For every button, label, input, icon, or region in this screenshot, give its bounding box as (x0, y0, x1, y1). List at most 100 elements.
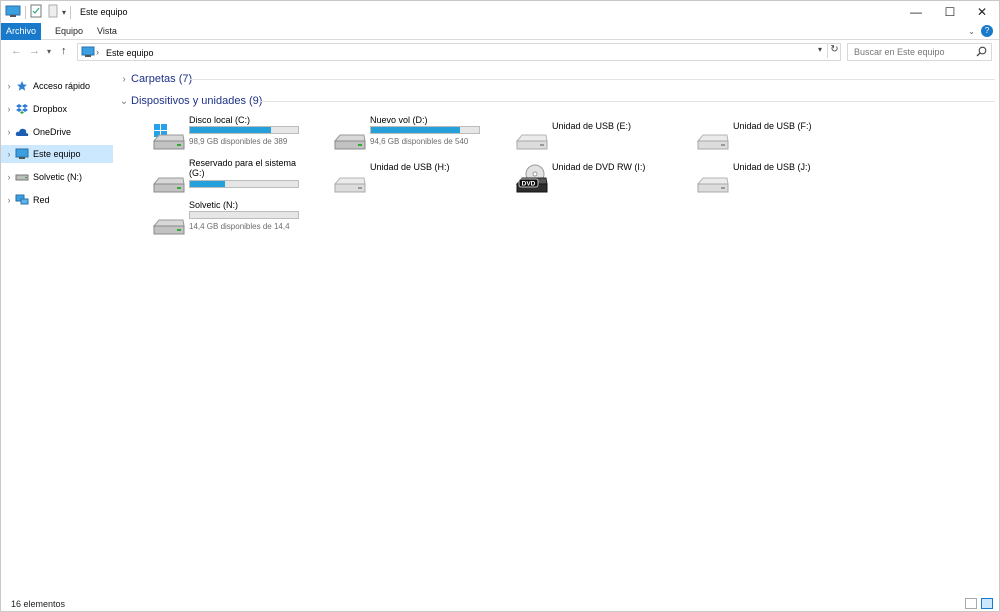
up-button[interactable]: ↑ (61, 45, 67, 57)
drive-usage-fill (190, 127, 271, 133)
group-header-devices[interactable]: ⌄ Dispositivos y unidades (9) (117, 93, 263, 109)
usb-drive-icon (696, 164, 729, 193)
hard-drive-icon (152, 206, 185, 235)
drive-name: Reservado para el sistema (G:) (189, 158, 297, 178)
recent-locations-dropdown[interactable]: ▾ (47, 47, 51, 56)
drive-name: Unidad de DVD RW (I:) (552, 162, 646, 172)
navigation-pane: › Acceso rápido › Dropbox › OneDrive › E… (1, 73, 115, 593)
close-button[interactable]: ✕ (965, 1, 999, 23)
drive-name: Unidad de USB (H:) (370, 162, 450, 172)
nav-item-label: Acceso rápido (33, 81, 91, 91)
drive-usage-bar (370, 126, 480, 134)
forward-button[interactable]: → (29, 45, 40, 57)
drive-g[interactable]: Reservado para el sistema (G:) (152, 158, 328, 198)
expand-arrow-icon[interactable]: › (3, 149, 15, 159)
drive-name: Unidad de USB (E:) (552, 121, 632, 131)
nav-item-este-equipo[interactable]: › Este equipo (1, 145, 113, 163)
address-row: ← → ▾ ↑ › Este equipo ▾ ↻ (1, 41, 999, 63)
minimize-icon: — (910, 5, 922, 19)
minimize-button[interactable]: — (899, 1, 933, 23)
expand-arrow-icon[interactable]: › (3, 172, 15, 182)
back-button[interactable]: ← (11, 45, 22, 57)
hard-drive-icon (152, 164, 185, 193)
title-bar: ▾ Este equipo — ☐ ✕ (1, 1, 999, 23)
tab-archivo[interactable]: Archivo (1, 23, 41, 40)
drive-h[interactable]: Unidad de USB (H:) (333, 158, 509, 198)
drive-e[interactable]: Unidad de USB (E:) (515, 115, 691, 155)
address-bar[interactable]: › Este equipo (77, 43, 841, 61)
group-label: Carpetas (7) (131, 73, 193, 85)
chevron-down-icon[interactable]: ⌄ (117, 96, 131, 107)
quick-access-toolbar: ▾ (5, 4, 75, 20)
nav-item-solvetic[interactable]: › Solvetic (N:) (1, 168, 113, 186)
maximize-button[interactable]: ☐ (933, 1, 967, 23)
drive-free-space: 98,9 GB disponibles de 389 (189, 137, 288, 146)
dvd-badge-text: DVD (522, 181, 536, 188)
star-icon (15, 80, 29, 92)
dropbox-icon (15, 103, 29, 115)
nav-item-dropbox[interactable]: › Dropbox (1, 100, 113, 118)
customize-toolbar-icon[interactable]: ▾ (62, 8, 66, 17)
nav-item-onedrive[interactable]: › OneDrive (1, 123, 113, 141)
expand-arrow-icon[interactable]: › (3, 195, 15, 205)
maximize-icon: ☐ (944, 5, 956, 19)
computer-icon (15, 148, 29, 160)
nav-item-label: Dropbox (33, 104, 68, 114)
group-label: Dispositivos y unidades (9) (131, 95, 263, 107)
explorer-window: ▾ Este equipo — ☐ ✕ Archivo Equipo Vista… (0, 0, 1000, 612)
nav-item-label: OneDrive (33, 127, 72, 137)
close-icon: ✕ (976, 5, 988, 19)
drive-name: Solvetic (N:) (189, 200, 239, 210)
properties-icon[interactable] (30, 4, 42, 20)
drive-usage-bar (189, 180, 299, 188)
details-view-button[interactable] (965, 598, 977, 609)
drive-j[interactable]: Unidad de USB (J:) (696, 158, 872, 198)
dvd-drive-icon: DVD (515, 164, 548, 193)
drive-free-space: 14,4 GB disponibles de 14,4 (189, 222, 290, 231)
status-bar: 16 elementos (1, 597, 999, 611)
address-history-dropdown[interactable]: ▾ (818, 45, 822, 54)
search-box (847, 43, 992, 61)
drive-name: Disco local (C:) (189, 115, 251, 125)
refresh-button[interactable]: ↻ (827, 44, 841, 58)
drive-usage-fill (371, 127, 460, 133)
item-count: 16 elementos (11, 599, 66, 609)
drive-icon (15, 171, 29, 183)
nav-item-acceso-rapido[interactable]: › Acceso rápido (1, 77, 113, 95)
computer-icon (81, 46, 95, 60)
hard-drive-icon (333, 121, 366, 150)
help-icon[interactable]: ? (981, 25, 993, 37)
breadcrumb-separator[interactable]: › (96, 47, 99, 57)
new-folder-icon[interactable] (48, 4, 58, 20)
drive-usage-bar (189, 211, 299, 219)
usb-drive-icon (515, 121, 548, 150)
nav-item-red[interactable]: › Red (1, 191, 113, 209)
usb-drive-icon (333, 164, 366, 193)
drive-free-space: 94,6 GB disponibles de 540 (370, 137, 469, 146)
search-icon[interactable] (976, 46, 987, 59)
large-icons-view-button[interactable] (981, 598, 993, 609)
window-title: Este equipo (80, 7, 128, 17)
drive-d[interactable]: Nuevo vol (D:) 94,6 GB disponibles de 54… (333, 115, 509, 155)
tab-equipo[interactable]: Equipo (49, 23, 89, 40)
chevron-right-icon[interactable]: › (117, 74, 131, 85)
expand-arrow-icon[interactable]: › (3, 81, 15, 91)
drive-name: Unidad de USB (F:) (733, 121, 812, 131)
expand-arrow-icon[interactable]: › (3, 127, 15, 137)
group-header-folders[interactable]: › Carpetas (7) (117, 71, 192, 87)
expand-arrow-icon[interactable]: › (3, 104, 15, 114)
breadcrumb-este-equipo[interactable]: Este equipo (106, 48, 154, 58)
drive-i[interactable]: DVD Unidad de DVD RW (I:) (515, 158, 691, 198)
drive-f[interactable]: Unidad de USB (F:) (696, 115, 872, 155)
drive-name: Nuevo vol (D:) (370, 115, 428, 125)
ribbon-tabs: Archivo Equipo Vista ⌄ ? (1, 23, 999, 40)
network-icon (15, 194, 29, 206)
drive-usage-fill (190, 181, 225, 187)
tab-vista[interactable]: Vista (91, 23, 123, 40)
expand-ribbon-icon[interactable]: ⌄ (968, 27, 975, 36)
drive-n[interactable]: Solvetic (N:) 14,4 GB disponibles de 14,… (152, 200, 328, 240)
usb-drive-icon (696, 121, 729, 150)
search-input[interactable] (848, 44, 968, 60)
group-divider (189, 79, 995, 80)
drive-c[interactable]: Disco local (C:) 98,9 GB disponibles de … (152, 115, 328, 155)
